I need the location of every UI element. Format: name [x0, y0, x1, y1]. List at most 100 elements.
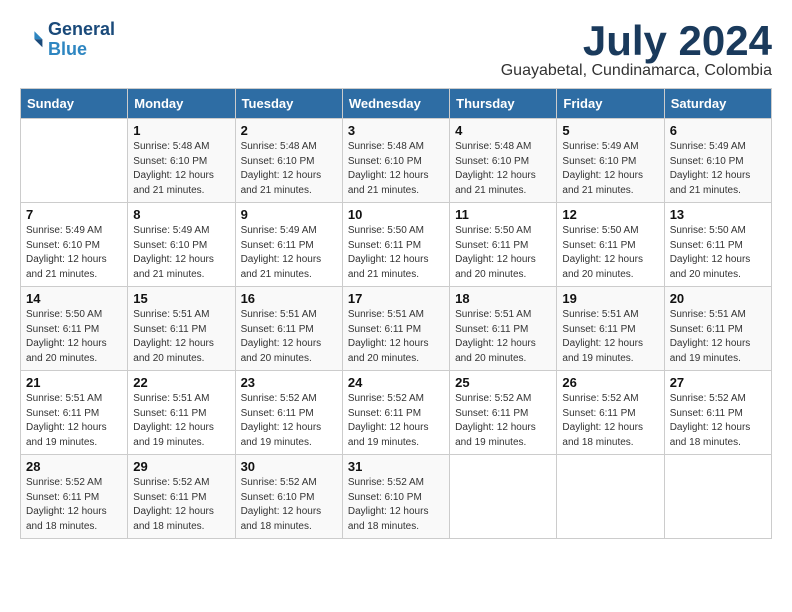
day-number: 14: [26, 291, 122, 306]
day-info: Sunrise: 5:50 AM Sunset: 6:11 PM Dayligh…: [562, 224, 658, 282]
day-info: Sunrise: 5:49 AM Sunset: 6:11 PM Dayligh…: [241, 224, 337, 282]
day-number: 22: [133, 375, 229, 390]
logo-icon: [20, 28, 44, 52]
calendar-cell: 7Sunrise: 5:49 AM Sunset: 6:10 PM Daylig…: [21, 203, 128, 287]
day-number: 4: [455, 123, 551, 138]
header-thursday: Thursday: [450, 89, 557, 119]
day-number: 28: [26, 459, 122, 474]
calendar-cell: 12 Sunrise: 5:50 AM Sunset: 6:11 PM Dayli…: [557, 203, 664, 287]
day-info: Sunrise: 5:51 AM Sunset: 6:11 PM Dayligh…: [455, 308, 551, 366]
day-number: 13: [670, 207, 766, 222]
week-row-3: 14 Sunrise: 5:50 AM Sunset: 6:11 PM Dayli…: [21, 287, 772, 371]
day-number: 26: [562, 375, 658, 390]
day-info: Sunrise: 5:49 AM Sunset: 6:10 PM Dayligh…: [562, 140, 658, 198]
calendar-cell: 22Sunrise: 5:51 AM Sunset: 6:11 PM Dayli…: [128, 371, 235, 455]
calendar-cell: 27 Sunrise: 5:52 AM Sunset: 6:11 PM Dayli…: [664, 371, 771, 455]
day-number: 21: [26, 375, 122, 390]
day-info: Sunrise: 5:51 AM Sunset: 6:11 PM Dayligh…: [670, 308, 766, 366]
header-sunday: Sunday: [21, 89, 128, 119]
day-info: Sunrise: 5:52 AM Sunset: 6:10 PM Dayligh…: [241, 476, 337, 534]
day-info: Sunrise: 5:51 AM Sunset: 6:11 PM Dayligh…: [133, 308, 229, 366]
day-number: 11: [455, 207, 551, 222]
day-number: 18: [455, 291, 551, 306]
calendar-cell: 2Sunrise: 5:48 AM Sunset: 6:10 PM Daylig…: [235, 119, 342, 203]
header-wednesday: Wednesday: [342, 89, 449, 119]
location-title: Guayabetal, Cundinamarca, Colombia: [501, 62, 772, 80]
day-info: Sunrise: 5:52 AM Sunset: 6:11 PM Dayligh…: [670, 392, 766, 450]
logo: General Blue: [20, 20, 115, 60]
calendar-cell: 31 Sunrise: 5:52 AM Sunset: 6:10 PM Dayli…: [342, 455, 449, 539]
day-info: Sunrise: 5:52 AM Sunset: 6:11 PM Dayligh…: [562, 392, 658, 450]
calendar-cell: [664, 455, 771, 539]
day-info: Sunrise: 5:52 AM Sunset: 6:11 PM Dayligh…: [348, 392, 444, 450]
day-number: 1: [133, 123, 229, 138]
calendar-cell: [450, 455, 557, 539]
day-info: Sunrise: 5:48 AM Sunset: 6:10 PM Dayligh…: [133, 140, 229, 198]
calendar-cell: 16Sunrise: 5:51 AM Sunset: 6:11 PM Dayli…: [235, 287, 342, 371]
day-info: Sunrise: 5:51 AM Sunset: 6:11 PM Dayligh…: [241, 308, 337, 366]
day-number: 24: [348, 375, 444, 390]
calendar-cell: [557, 455, 664, 539]
calendar-cell: 24 Sunrise: 5:52 AM Sunset: 6:11 PM Dayli…: [342, 371, 449, 455]
page-header: General Blue July 2024 Guayabetal, Cundi…: [20, 20, 772, 80]
day-number: 20: [670, 291, 766, 306]
day-number: 15: [133, 291, 229, 306]
calendar-cell: 8Sunrise: 5:49 AM Sunset: 6:10 PM Daylig…: [128, 203, 235, 287]
calendar-cell: 6Sunrise: 5:49 AM Sunset: 6:10 PM Daylig…: [664, 119, 771, 203]
month-title: July 2024: [501, 20, 772, 62]
calendar-cell: 14 Sunrise: 5:50 AM Sunset: 6:11 PM Dayli…: [21, 287, 128, 371]
header-monday: Monday: [128, 89, 235, 119]
calendar-cell: 26 Sunrise: 5:52 AM Sunset: 6:11 PM Dayli…: [557, 371, 664, 455]
calendar-cell: 19Sunrise: 5:51 AM Sunset: 6:11 PM Dayli…: [557, 287, 664, 371]
calendar-cell: 1 Sunrise: 5:48 AM Sunset: 6:10 PM Daylig…: [128, 119, 235, 203]
day-info: Sunrise: 5:52 AM Sunset: 6:10 PM Dayligh…: [348, 476, 444, 534]
calendar-cell: 15 Sunrise: 5:51 AM Sunset: 6:11 PM Dayli…: [128, 287, 235, 371]
day-number: 5: [562, 123, 658, 138]
calendar-cell: 23Sunrise: 5:52 AM Sunset: 6:11 PM Dayli…: [235, 371, 342, 455]
day-info: Sunrise: 5:50 AM Sunset: 6:11 PM Dayligh…: [670, 224, 766, 282]
day-number: 25: [455, 375, 551, 390]
title-block: July 2024 Guayabetal, Cundinamarca, Colo…: [501, 20, 772, 80]
day-info: Sunrise: 5:52 AM Sunset: 6:11 PM Dayligh…: [133, 476, 229, 534]
header-tuesday: Tuesday: [235, 89, 342, 119]
day-info: Sunrise: 5:51 AM Sunset: 6:11 PM Dayligh…: [562, 308, 658, 366]
day-info: Sunrise: 5:50 AM Sunset: 6:11 PM Dayligh…: [348, 224, 444, 282]
day-number: 30: [241, 459, 337, 474]
calendar-header: SundayMondayTuesdayWednesdayThursdayFrid…: [21, 89, 772, 119]
day-info: Sunrise: 5:48 AM Sunset: 6:10 PM Dayligh…: [241, 140, 337, 198]
day-number: 31: [348, 459, 444, 474]
day-number: 29: [133, 459, 229, 474]
day-number: 12: [562, 207, 658, 222]
day-info: Sunrise: 5:48 AM Sunset: 6:10 PM Dayligh…: [455, 140, 551, 198]
calendar-cell: 4 Sunrise: 5:48 AM Sunset: 6:10 PM Daylig…: [450, 119, 557, 203]
header-saturday: Saturday: [664, 89, 771, 119]
day-info: Sunrise: 5:49 AM Sunset: 6:10 PM Dayligh…: [26, 224, 122, 282]
day-number: 9: [241, 207, 337, 222]
day-info: Sunrise: 5:48 AM Sunset: 6:10 PM Dayligh…: [348, 140, 444, 198]
calendar-cell: [21, 119, 128, 203]
week-row-1: 1 Sunrise: 5:48 AM Sunset: 6:10 PM Daylig…: [21, 119, 772, 203]
day-number: 8: [133, 207, 229, 222]
calendar-table: SundayMondayTuesdayWednesdayThursdayFrid…: [20, 88, 772, 539]
week-row-4: 21Sunrise: 5:51 AM Sunset: 6:11 PM Dayli…: [21, 371, 772, 455]
week-row-5: 28 Sunrise: 5:52 AM Sunset: 6:11 PM Dayli…: [21, 455, 772, 539]
calendar-cell: 29 Sunrise: 5:52 AM Sunset: 6:11 PM Dayli…: [128, 455, 235, 539]
calendar-cell: 11Sunrise: 5:50 AM Sunset: 6:11 PM Dayli…: [450, 203, 557, 287]
day-number: 3: [348, 123, 444, 138]
day-info: Sunrise: 5:50 AM Sunset: 6:11 PM Dayligh…: [26, 308, 122, 366]
day-number: 23: [241, 375, 337, 390]
calendar-cell: 30 Sunrise: 5:52 AM Sunset: 6:10 PM Dayli…: [235, 455, 342, 539]
header-friday: Friday: [557, 89, 664, 119]
calendar-cell: 5 Sunrise: 5:49 AM Sunset: 6:10 PM Daylig…: [557, 119, 664, 203]
calendar-cell: 18 Sunrise: 5:51 AM Sunset: 6:11 PM Dayli…: [450, 287, 557, 371]
logo-text: General Blue: [48, 20, 115, 60]
day-number: 6: [670, 123, 766, 138]
day-info: Sunrise: 5:51 AM Sunset: 6:11 PM Dayligh…: [348, 308, 444, 366]
day-number: 27: [670, 375, 766, 390]
calendar-cell: 17Sunrise: 5:51 AM Sunset: 6:11 PM Dayli…: [342, 287, 449, 371]
calendar-cell: 9 Sunrise: 5:49 AM Sunset: 6:11 PM Daylig…: [235, 203, 342, 287]
calendar-cell: 28Sunrise: 5:52 AM Sunset: 6:11 PM Dayli…: [21, 455, 128, 539]
calendar-cell: 3 Sunrise: 5:48 AM Sunset: 6:10 PM Daylig…: [342, 119, 449, 203]
calendar-cell: 25 Sunrise: 5:52 AM Sunset: 6:11 PM Dayli…: [450, 371, 557, 455]
day-info: Sunrise: 5:52 AM Sunset: 6:11 PM Dayligh…: [455, 392, 551, 450]
